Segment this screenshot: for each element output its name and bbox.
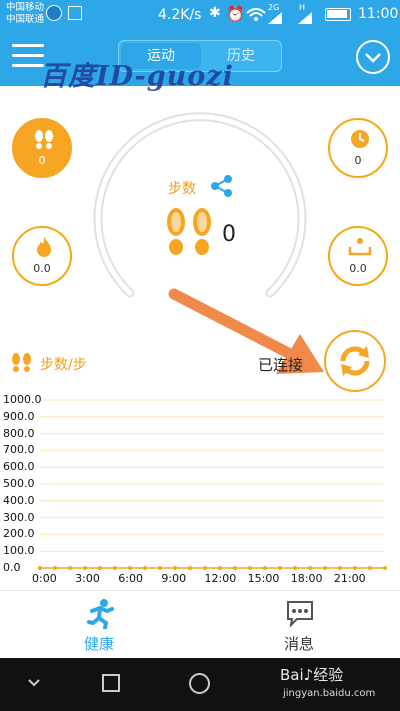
stat-weight[interactable]: 0.0 [328, 226, 388, 286]
data-point [383, 566, 387, 570]
data-point [368, 566, 372, 570]
stat-time[interactable]: 0 [328, 118, 388, 178]
wifi-icon [246, 8, 266, 21]
data-point [113, 566, 117, 570]
y-tick-label: 800.0 [3, 426, 35, 440]
carrier-1: 中国移动 [6, 2, 45, 13]
stat-time-value: 0 [354, 154, 362, 167]
signal-icon-2 [298, 12, 312, 24]
y-tick-label: 300.0 [3, 510, 35, 524]
x-tick-label: 15:00 [247, 572, 280, 585]
y-tick-label: 900.0 [3, 409, 35, 423]
message-icon [287, 601, 313, 627]
y-tick-label: 500.0 [3, 477, 35, 490]
data-point [83, 566, 87, 570]
data-point [218, 566, 222, 570]
y-tick-label: 600.0 [3, 460, 35, 474]
steps-value: 0 [222, 222, 236, 247]
battery-icon [325, 8, 351, 21]
baidu-url: jingyan.baidu.com [283, 688, 376, 699]
data-point [53, 566, 57, 570]
clock-time: 11:00 [358, 6, 399, 22]
footprints-icon-large [167, 208, 211, 255]
x-tick-label: 18:00 [290, 572, 323, 585]
tab-messages-label[interactable]: 消息 [284, 633, 314, 654]
annotation-arrow [168, 288, 324, 374]
tab-health-label[interactable]: 健康 [84, 633, 114, 654]
chart-title: 步数/步 [40, 357, 87, 373]
x-tick-label: 0:00 [32, 572, 57, 585]
data-point [173, 566, 177, 570]
y-tick-label: 100.0 [3, 544, 35, 558]
data-point [68, 566, 72, 570]
x-tick-label: 6:00 [118, 572, 143, 585]
signal-tag-h: H [299, 3, 306, 12]
bottom-tab-bar: 健康 消息 [0, 590, 400, 659]
home-icon[interactable] [189, 673, 210, 694]
watermark-text: 百度ID-guozi [40, 61, 234, 92]
y-tick-label: 200.0 [3, 527, 35, 541]
data-point [203, 566, 207, 570]
sync-icon [340, 346, 370, 376]
x-tick-label: 12:00 [204, 572, 237, 585]
y-tick-label: 700.0 [3, 443, 35, 457]
stat-steps[interactable]: 0 [12, 118, 72, 178]
data-point [158, 566, 162, 570]
recents-icon[interactable] [102, 674, 120, 692]
system-nav-bar: Bai♪经验 jingyan.baidu.com [0, 658, 400, 711]
y-tick-label: 0.0 [3, 561, 21, 574]
data-point [233, 566, 237, 570]
connection-status: 已连接 [258, 356, 304, 374]
scale-icon [348, 238, 372, 256]
data-point [248, 566, 252, 570]
clock-icon [351, 130, 369, 148]
data-point [338, 566, 342, 570]
footprints-icon [35, 130, 53, 149]
data-point [293, 566, 297, 570]
x-tick-label: 3:00 [75, 572, 100, 585]
runner-icon [87, 599, 114, 629]
data-point [263, 566, 267, 570]
baidu-watermark: Bai♪经验 [280, 666, 344, 684]
signal-icon-1 [268, 12, 282, 24]
footprints-icon-small [12, 353, 31, 372]
bluetooth-icon: ✱ [209, 5, 221, 21]
data-point [353, 566, 357, 570]
alarm-icon: ⏰ [226, 5, 245, 23]
x-tick-label: 21:00 [333, 572, 366, 585]
signal-tag-2g: 2G [268, 3, 280, 12]
data-point [143, 566, 147, 570]
data-point [128, 566, 132, 570]
steps-label: 步数 [168, 181, 196, 197]
steps-chart [0, 390, 400, 585]
y-tick-label: 400.0 [3, 493, 35, 507]
data-point [38, 566, 42, 570]
confirm-icon[interactable] [356, 40, 390, 74]
data-point [188, 566, 192, 570]
x-tick-label: 9:00 [161, 572, 187, 585]
y-tick-label: 1000.0 [3, 393, 42, 406]
stat-calories[interactable]: 0.0 [12, 226, 72, 286]
image-notify-icon [68, 6, 82, 20]
sync-button[interactable] [324, 330, 386, 392]
carrier-2: 中国联通 [6, 14, 45, 25]
data-point [308, 566, 312, 570]
stat-steps-value: 0 [38, 154, 46, 167]
stat-weight-value: 0.0 [349, 262, 367, 275]
data-point [278, 566, 282, 570]
collapse-icon[interactable] [27, 678, 41, 688]
app-notify-icon [46, 5, 62, 21]
data-point [323, 566, 327, 570]
flame-icon [37, 237, 51, 257]
network-speed: 4.2K/s [158, 7, 202, 23]
stat-calories-value: 0.0 [33, 262, 51, 275]
data-point [98, 566, 102, 570]
status-bar: 中国移动 中国联通 4.2K/s ✱ ⏰ 2G H 11:00 [0, 0, 400, 30]
share-icon[interactable] [210, 174, 234, 198]
